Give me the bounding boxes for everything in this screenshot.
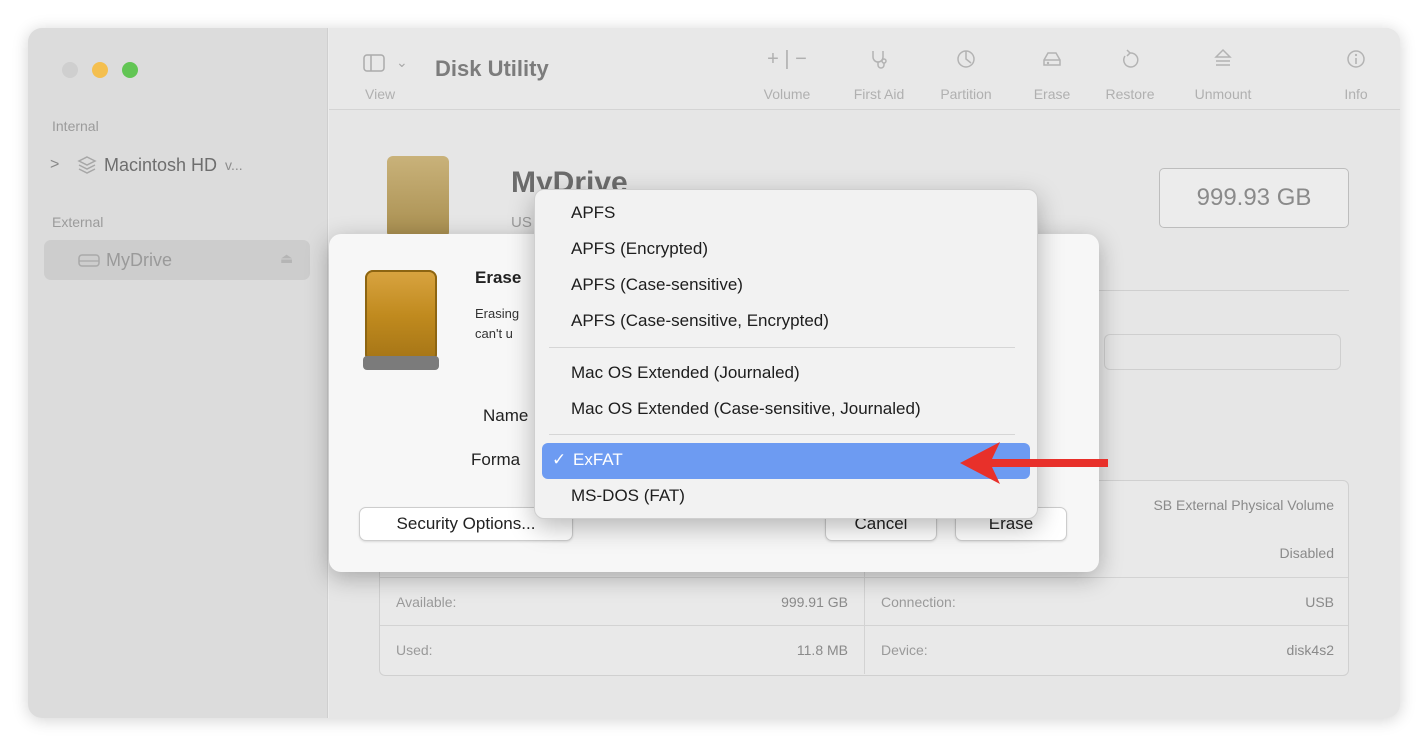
sidebar: Internal > Macintosh HD v... External My… <box>28 28 328 718</box>
first-aid-button[interactable]: First Aid <box>839 48 919 102</box>
first-aid-label: First Aid <box>853 86 905 102</box>
unmount-icon <box>1179 48 1267 76</box>
chevron-down-icon: ⌄ <box>396 54 408 70</box>
table-cell: Used: 11.8 MB <box>380 626 865 674</box>
sidebar-item-mydrive[interactable]: MyDrive <box>72 245 172 275</box>
erase-toolbar-button[interactable]: Erase <box>1019 48 1085 102</box>
zoom-window-button[interactable] <box>122 62 138 78</box>
volume-button[interactable]: + | − Volume <box>747 48 827 102</box>
sidebar-toggle-icon[interactable]: ⌄ <box>363 54 408 77</box>
table-row: Available: 999.91 GB Connection: USB <box>380 577 1350 626</box>
dialog-description: can't u <box>475 326 513 341</box>
status-value: Disabled <box>1279 545 1334 561</box>
menu-item-label: ExFAT <box>573 450 623 469</box>
partition-label: Partition <box>940 86 992 102</box>
used-label: Used: <box>396 642 433 658</box>
sidebar-section-external: External <box>52 214 104 230</box>
external-drive-icon <box>72 252 106 268</box>
menu-item-mac-os-extended-journaled[interactable]: Mac OS Extended (Journaled) <box>571 356 800 390</box>
unmount-label: Unmount <box>1194 86 1252 102</box>
checkmark-icon: ✓ <box>552 450 567 469</box>
drive-icon-large <box>387 156 449 238</box>
device-label: Device: <box>881 642 928 658</box>
dialog-description: Erasing <box>475 306 520 321</box>
plus-minus-icon: + | − <box>767 48 807 70</box>
minimize-window-button[interactable] <box>92 62 108 78</box>
menu-item-apfs-case-sensitive-encrypted[interactable]: APFS (Case-sensitive, Encrypted) <box>571 304 829 338</box>
type-value: SB External Physical Volume <box>1153 497 1334 513</box>
toolbar: ⌄ View Disk Utility + | − Volume First A… <box>329 28 1400 110</box>
menu-item-apfs-encrypted[interactable]: APFS (Encrypted) <box>571 232 708 266</box>
format-field-label: Forma <box>471 450 521 469</box>
menu-item-apfs-case-sensitive[interactable]: APFS (Case-sensitive) <box>571 268 743 302</box>
drive-base <box>363 356 439 370</box>
info-label: Info <box>1344 86 1368 102</box>
app-title: Disk Utility <box>435 56 549 81</box>
restore-label: Restore <box>1105 86 1155 102</box>
connection-value: USB <box>1305 594 1334 610</box>
volume-label: Volume <box>763 86 811 102</box>
partition-button[interactable]: Partition <box>925 48 1007 102</box>
menu-item-ms-dos-fat[interactable]: MS-DOS (FAT) <box>571 479 685 513</box>
info-button[interactable]: Info <box>1331 48 1381 102</box>
red-arrow-annotation <box>960 442 1108 484</box>
menu-item-apfs[interactable]: APFS <box>571 196 615 230</box>
chevron-right-icon[interactable]: > <box>50 156 70 174</box>
erase-icon <box>1019 48 1085 76</box>
stethoscope-icon <box>839 48 919 76</box>
unmount-button[interactable]: Unmount <box>1179 48 1267 102</box>
usage-bar <box>1104 334 1341 370</box>
used-value: 11.8 MB <box>796 642 848 658</box>
menu-separator <box>549 347 1015 348</box>
name-field-label: Name <box>483 406 529 425</box>
eject-icon[interactable]: ⏏ <box>280 250 293 267</box>
sidebar-item-label: Macintosh HD <box>104 154 218 175</box>
drive-subtitle: US <box>511 214 532 231</box>
table-cell: Available: 999.91 GB <box>380 578 865 626</box>
restore-button[interactable]: Restore <box>1093 48 1167 102</box>
sidebar-item-label: MyDrive <box>106 249 172 270</box>
restore-icon <box>1093 48 1167 76</box>
table-cell: Connection: USB <box>865 578 1350 626</box>
available-label: Available: <box>396 594 457 610</box>
sidebar-section-internal: Internal <box>52 118 99 134</box>
table-row: Used: 11.8 MB Device: disk4s2 <box>380 625 1350 674</box>
info-icon <box>1331 48 1381 76</box>
menu-item-mac-os-extended-case-sensitive-journaled[interactable]: Mac OS Extended (Case-sensitive, Journal… <box>571 392 921 426</box>
close-window-button[interactable] <box>62 62 78 78</box>
stack-icon <box>70 155 104 175</box>
pie-icon <box>925 48 1007 76</box>
available-value: 999.91 GB <box>781 594 848 610</box>
divider <box>1099 290 1349 291</box>
external-drive-icon <box>363 270 439 370</box>
menu-separator <box>549 434 1015 435</box>
table-cell: Device: disk4s2 <box>865 626 1350 674</box>
capacity-badge: 999.93 GB <box>1159 168 1349 228</box>
sidebar-item-macintosh-hd[interactable]: > Macintosh HD v... <box>50 150 243 180</box>
dialog-title: Erase <box>475 268 522 287</box>
view-label: View <box>365 86 396 102</box>
connection-label: Connection: <box>881 594 956 610</box>
sidebar-item-suffix: v... <box>225 157 243 173</box>
menu-item-exfat[interactable]: ✓ ExFAT <box>542 443 1030 479</box>
erase-label: Erase <box>1033 86 1071 102</box>
device-value: disk4s2 <box>1286 642 1334 658</box>
